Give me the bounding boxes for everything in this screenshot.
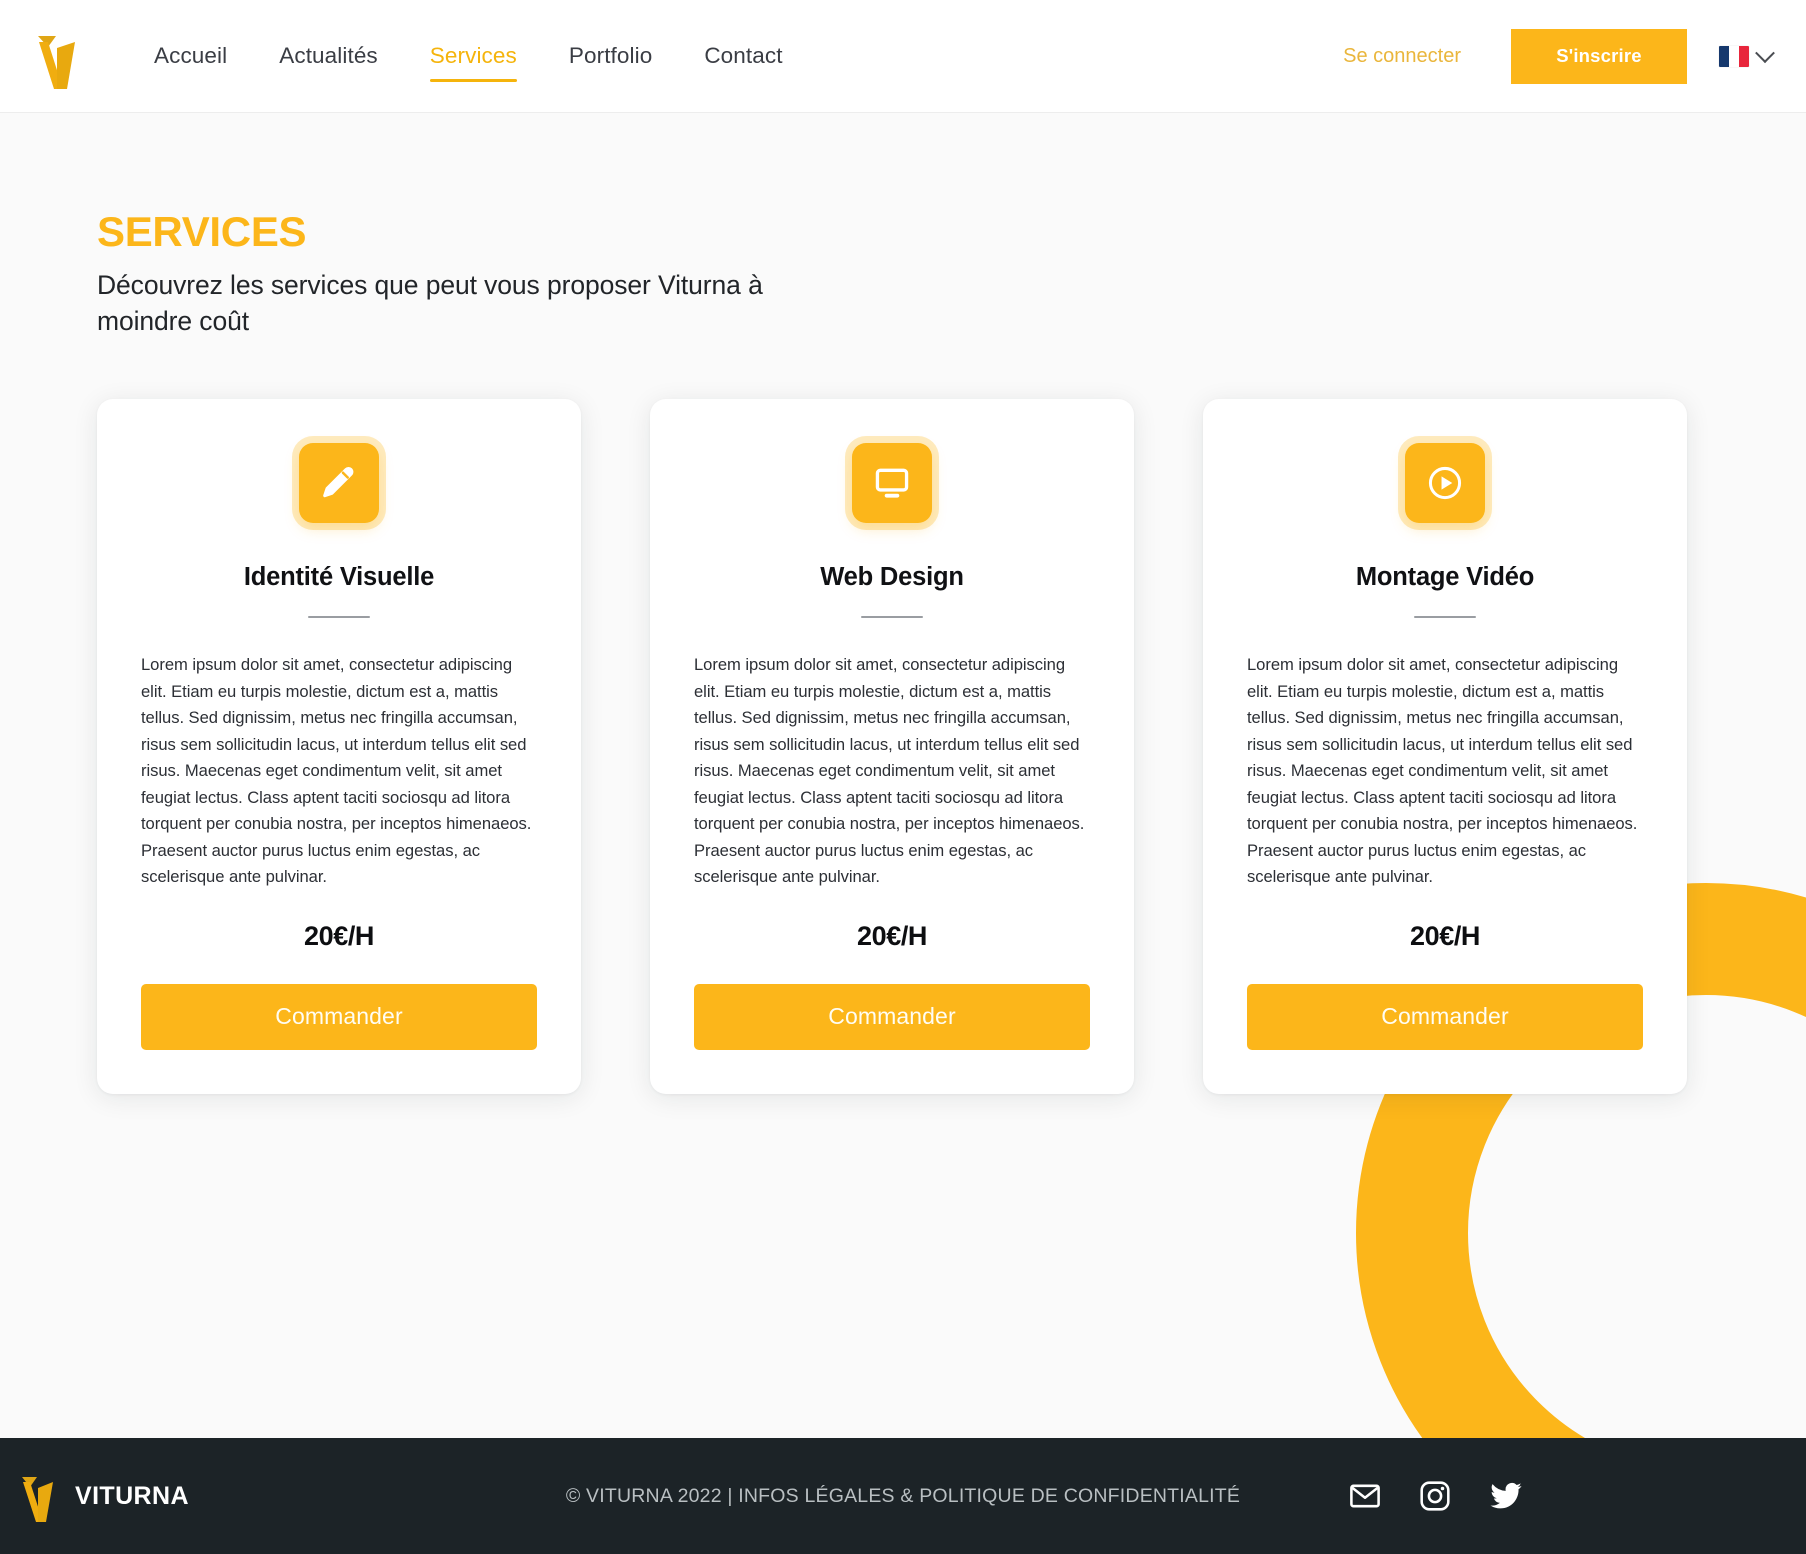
play-circle-icon [1428, 466, 1462, 500]
footer-brand[interactable]: VITURNA [16, 1468, 189, 1524]
title-divider [1414, 616, 1476, 619]
service-description: Lorem ipsum dolor sit amet, consectetur … [694, 655, 1085, 887]
service-description: Lorem ipsum dolor sit amet, consectetur … [141, 655, 532, 887]
brand-logo[interactable] [28, 20, 90, 92]
service-card-list: Identité Visuelle Lorem ipsum dolor sit … [0, 339, 1806, 1094]
title-divider [308, 616, 370, 619]
login-link[interactable]: Se connecter [1325, 37, 1479, 76]
service-icon-badge [852, 443, 932, 524]
nav-item-label: Contact [704, 43, 783, 68]
nav-item-label: Actualités [279, 43, 378, 68]
viturna-v-logo-icon [38, 36, 75, 89]
nav-item-accueil[interactable]: Accueil [128, 37, 253, 75]
site-footer: VITURNA © VITURNA 2022 | INFOS LÉGALES &… [0, 1438, 1806, 1554]
service-description: Lorem ipsum dolor sit amet, consectetur … [1247, 655, 1638, 887]
service-card: Web Design Lorem ipsum dolor sit amet, c… [650, 399, 1134, 1094]
chevron-down-icon [1755, 43, 1775, 64]
flag-france-icon [1719, 45, 1749, 67]
nav-item-label: Portfolio [568, 43, 653, 68]
site-header: Accueil Actualités Services Portfolio Co… [0, 0, 1806, 113]
twitter-icon[interactable] [1488, 1479, 1524, 1513]
nav-item-label: Services [429, 43, 517, 68]
nav-item-contact[interactable]: Contact [678, 37, 808, 75]
services-main: SERVICES Découvrez les services que peut… [0, 113, 1806, 1438]
pencil-icon [323, 467, 354, 498]
footer-legal-link[interactable]: © VITURNA 2022 | INFOS LÉGALES & POLITIQ… [566, 1485, 1240, 1507]
mail-icon[interactable] [1348, 1479, 1382, 1513]
instagram-icon[interactable] [1418, 1479, 1452, 1513]
service-card: Identité Visuelle Lorem ipsum dolor sit … [97, 399, 581, 1094]
nav-item-label: Accueil [154, 43, 228, 68]
order-button[interactable]: Commander [694, 983, 1090, 1050]
service-icon-badge [299, 443, 379, 524]
monitor-icon [875, 468, 909, 498]
footer-wordmark: VITURNA [75, 1481, 189, 1510]
service-title: Web Design [820, 563, 964, 592]
language-selector[interactable] [1719, 43, 1775, 67]
viturna-v-logo-icon [22, 1477, 53, 1522]
service-title: Identité Visuelle [243, 563, 435, 592]
nav-item-actualites[interactable]: Actualités [253, 37, 404, 75]
nav-active-underline [429, 78, 517, 82]
nav-item-services[interactable]: Services [404, 37, 543, 82]
footer-social-links [1348, 1479, 1806, 1513]
page-subtitle: Découvrez les services que peut vous pro… [97, 270, 763, 337]
header-actions: Se connecter S'inscrire [1325, 28, 1775, 84]
service-card: Montage Vidéo Lorem ipsum dolor sit amet… [1203, 399, 1687, 1094]
nav-item-portfolio[interactable]: Portfolio [543, 37, 678, 75]
main-nav: Accueil Actualités Services Portfolio Co… [128, 37, 809, 82]
order-button[interactable]: Commander [141, 983, 537, 1050]
service-price: 20€/H [303, 920, 375, 951]
section-header: SERVICES Découvrez les services que peut… [0, 113, 1806, 339]
title-divider [861, 616, 923, 619]
service-price: 20€/H [1409, 920, 1481, 951]
page-title: SERVICES [97, 208, 307, 255]
service-title: Montage Vidéo [1355, 563, 1535, 592]
signup-button[interactable]: S'inscrire [1511, 28, 1687, 84]
order-button[interactable]: Commander [1247, 983, 1643, 1050]
page-root: Accueil Actualités Services Portfolio Co… [0, 0, 1806, 1554]
service-icon-badge [1405, 443, 1485, 524]
service-price: 20€/H [856, 920, 928, 951]
